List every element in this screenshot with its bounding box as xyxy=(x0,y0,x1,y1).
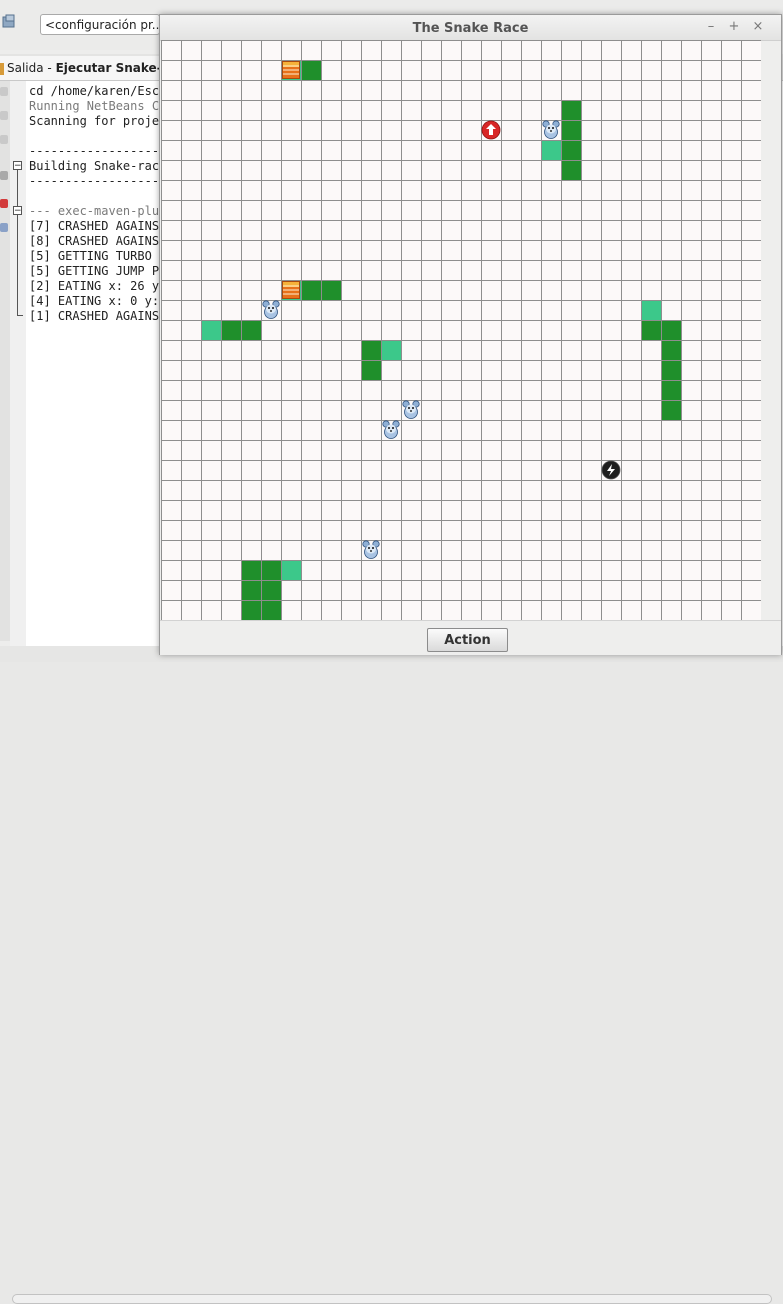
run-config-icon[interactable] xyxy=(2,14,16,30)
mouse-eye xyxy=(408,407,410,409)
fold-toggle-build[interactable]: − xyxy=(13,161,22,171)
mouse-eye xyxy=(268,307,270,309)
window-titlebar[interactable]: The Snake Race – + × xyxy=(160,15,781,41)
output-tab-prefix: Salida - xyxy=(7,61,56,75)
barrier-icon xyxy=(282,61,300,79)
snake-body-segment xyxy=(561,160,581,180)
snake-body-segment xyxy=(661,400,681,420)
rerun-options-icon[interactable] xyxy=(0,111,8,120)
jump-pad-icon xyxy=(481,120,501,140)
maximize-button[interactable]: + xyxy=(727,20,741,34)
mouse-nose xyxy=(410,410,412,412)
control-panel: Action xyxy=(160,620,781,655)
snake-body-segment xyxy=(661,340,681,360)
fold-line xyxy=(17,215,18,315)
mouse-eye xyxy=(388,427,390,429)
output-line: [8] CRASHED AGAINST xyxy=(29,234,167,248)
snake-body-segment xyxy=(561,140,581,160)
snake-body-segment xyxy=(241,320,261,340)
mouse-nose xyxy=(370,550,372,552)
output-tab-title: Ejecutar Snake-rac xyxy=(55,61,176,75)
mouse-eye xyxy=(552,127,554,129)
window-title: The Snake Race xyxy=(412,21,529,36)
output-action-strip xyxy=(0,81,10,641)
rerun-icon[interactable] xyxy=(0,87,8,96)
game-board[interactable] xyxy=(161,40,761,620)
barrier-icon xyxy=(282,281,300,299)
fold-line-end xyxy=(17,315,23,316)
snake-head xyxy=(201,320,221,340)
action-button[interactable]: Action xyxy=(427,628,508,652)
mouse-eye xyxy=(272,307,274,309)
snake-body-segment xyxy=(561,100,581,120)
snake-body-segment xyxy=(261,560,281,580)
mouse-eye xyxy=(368,547,370,549)
snake-body-segment xyxy=(301,280,321,300)
fold-gutter: − − xyxy=(10,81,26,646)
snake-body-segment xyxy=(661,380,681,400)
mouse-eye xyxy=(548,127,550,129)
mouse-eye xyxy=(392,427,394,429)
snake-body-segment xyxy=(661,360,681,380)
stop-icon[interactable] xyxy=(0,135,8,144)
mouse-eye xyxy=(412,407,414,409)
snake-body-segment xyxy=(301,60,321,80)
snake-head xyxy=(641,300,661,320)
snake-race-window: The Snake Race – + × Action xyxy=(159,14,782,655)
fold-toggle-exec[interactable]: − xyxy=(13,206,22,216)
config-dropdown[interactable]: <configuración pr... xyxy=(40,14,160,35)
output-tab-icon xyxy=(0,62,4,75)
output-line: [2] EATING x: 26 y: xyxy=(29,279,167,293)
output-line: --- exec-maven-plug xyxy=(29,204,167,218)
snake-body-segment xyxy=(661,320,681,340)
snake-body-segment xyxy=(361,360,381,380)
mouse-face xyxy=(366,544,376,554)
output-line: Building Snake-race xyxy=(29,159,167,173)
mouse-face xyxy=(266,304,276,314)
snake-body-segment xyxy=(241,560,261,580)
terminate-icon[interactable] xyxy=(0,199,8,208)
snake-body-segment xyxy=(361,340,381,360)
output-line: [1] CRASHED AGAINST xyxy=(29,309,167,323)
output-line: Scanning for projec xyxy=(29,114,167,128)
output-tab[interactable]: Salida - Ejecutar Snake-rac xyxy=(0,56,176,80)
snake-body-segment xyxy=(641,320,661,340)
snake-body-segment xyxy=(261,600,281,620)
mouse-face xyxy=(406,404,416,414)
snake-body-segment xyxy=(241,600,261,620)
turbo-icon xyxy=(601,460,621,480)
snake-head xyxy=(541,140,561,160)
mouse-face xyxy=(386,424,396,434)
snake-body-segment xyxy=(261,580,281,600)
horizontal-scrollbar[interactable] xyxy=(12,1294,772,1304)
output-line: [4] EATING x: 0 y: xyxy=(29,294,160,308)
snake-head xyxy=(281,560,301,580)
snake-body-segment xyxy=(241,580,261,600)
settings-icon[interactable] xyxy=(0,223,8,232)
minimize-button[interactable]: – xyxy=(704,20,718,34)
mouse-nose xyxy=(390,430,392,432)
mouse-nose xyxy=(550,130,552,132)
mouse-nose xyxy=(270,310,272,312)
output-line: cd /home/karen/Escr xyxy=(29,84,167,98)
fold-line xyxy=(17,170,18,208)
output-line: [5] GETTING TURBO B xyxy=(29,249,167,263)
output-line: [5] GETTING JUMP PA xyxy=(29,264,167,278)
snake-head xyxy=(381,340,401,360)
mouse-face xyxy=(546,124,556,134)
output-line: Running NetBeans Co xyxy=(29,99,167,113)
snake-body-segment xyxy=(321,280,341,300)
snake-body-segment xyxy=(561,120,581,140)
output-line: [7] CRASHED AGAINST xyxy=(29,219,167,233)
snake-body-segment xyxy=(221,320,241,340)
mouse-eye xyxy=(372,547,374,549)
output-line: -------------------- xyxy=(29,174,174,188)
close-button[interactable]: × xyxy=(751,20,765,34)
output-line: -------------------- xyxy=(29,144,174,158)
clear-icon[interactable] xyxy=(0,171,8,180)
